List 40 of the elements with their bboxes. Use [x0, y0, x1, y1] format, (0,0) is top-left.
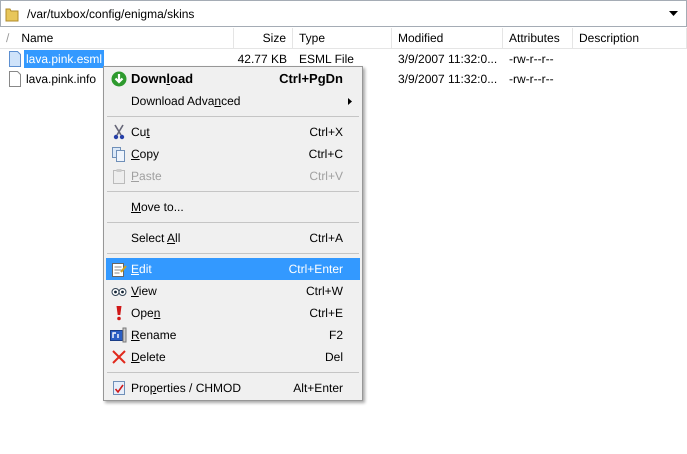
menu-item[interactable]: Open Ctrl+E [106, 302, 360, 324]
notepad-icon [110, 261, 126, 277]
menu-item[interactable]: Cut Ctrl+X [106, 121, 360, 143]
column-header[interactable]: Size [234, 28, 293, 48]
table-cell-text: 3/9/2007 11:32:0... [398, 51, 498, 68]
rename-icon [110, 327, 128, 343]
table-cell-text: -rw-r--r-- [509, 71, 554, 88]
scissors-icon [112, 124, 126, 140]
delete-icon [110, 349, 126, 365]
menu-item[interactable]: Copy Ctrl+C [106, 143, 360, 165]
file-icon [8, 51, 22, 67]
copy-icon [111, 146, 126, 162]
menu-item[interactable]: Delete Del [106, 346, 360, 368]
menu-item[interactable]: Download Advanced [106, 90, 360, 112]
table-cell-text: 3/9/2007 11:32:0... [398, 71, 498, 88]
menu-item[interactable]: Download Ctrl+PgDn [106, 68, 360, 90]
file-icon [8, 71, 22, 87]
sort-mark: / [6, 30, 10, 47]
menu-item[interactable]: Rename F2 [106, 324, 360, 346]
table-cell-text: 42.77 KB [238, 51, 287, 68]
clipboard-icon [112, 168, 126, 184]
properties-icon [112, 380, 126, 396]
dropdown-arrow-icon[interactable] [669, 11, 678, 16]
download-icon [110, 71, 126, 87]
menu-item[interactable]: Select All Ctrl+A [106, 227, 360, 249]
menu-item[interactable]: View Ctrl+W [106, 280, 360, 302]
path-bar[interactable]: /var/tuxbox/config/enigma/skins [0, 0, 687, 27]
folder-icon [5, 6, 19, 22]
menu-item[interactable]: Properties / CHMOD Alt+Enter [106, 377, 360, 399]
column-header[interactable]: Type [293, 28, 392, 48]
submenu-arrow-icon [348, 98, 352, 104]
file-name[interactable]: lava.pink.info [24, 70, 98, 88]
menu-item[interactable]: Move to... [106, 196, 360, 218]
exclamation-icon [114, 305, 122, 321]
column-header[interactable]: Modified [392, 28, 503, 48]
column-header[interactable]: Name [21, 29, 54, 47]
column-header[interactable]: Description [573, 28, 687, 48]
table-cell-text: ESML File [299, 51, 354, 68]
column-header[interactable]: Attributes [503, 28, 573, 48]
table-cell-text: -rw-r--r-- [509, 51, 554, 68]
